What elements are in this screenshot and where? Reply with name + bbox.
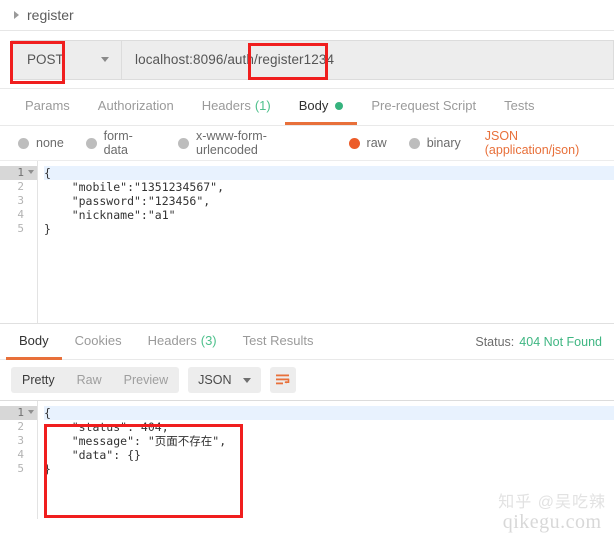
response-tab-test-results[interactable]: Test Results <box>230 324 327 360</box>
radio-binary[interactable]: binary <box>408 136 461 150</box>
response-format-label: JSON <box>198 373 232 387</box>
fold-arrow-icon[interactable] <box>28 410 34 414</box>
tab-tests-label: Tests <box>504 98 535 113</box>
content-type-select[interactable]: JSON (application/json) <box>485 129 614 157</box>
http-method-select[interactable]: POST <box>11 39 121 80</box>
status-label: Status: <box>475 334 515 349</box>
chevron-down-icon[interactable] <box>101 57 109 62</box>
fold-arrow-icon[interactable] <box>28 170 34 174</box>
radio-form-data-label: form-data <box>103 129 133 157</box>
radio-urlencoded-label: x-www-form-urlencoded <box>196 129 267 157</box>
code-line: { <box>44 406 614 420</box>
request-tab-bar: Params Authorization Headers (1) Body Pr… <box>0 89 614 126</box>
view-mode-raw[interactable]: Raw <box>66 367 113 393</box>
line-number: 1 <box>0 406 37 420</box>
radio-urlencoded[interactable]: x-www-form-urlencoded <box>178 129 326 157</box>
radio-raw-icon[interactable] <box>348 137 360 149</box>
response-tab-cookies[interactable]: Cookies <box>62 324 135 360</box>
breadcrumb-label: register <box>27 7 74 23</box>
code-line: { <box>44 166 614 180</box>
line-number: 5 <box>17 222 24 235</box>
response-tab-body-label: Body <box>19 332 49 348</box>
tab-authorization-label: Authorization <box>97 98 174 113</box>
radio-none-label: none <box>36 136 64 150</box>
view-mode-preview[interactable]: Preview <box>113 367 179 393</box>
request-body-code[interactable]: { "mobile":"1351234567", "password":"123… <box>38 161 614 323</box>
tab-headers-label: Headers <box>201 98 251 113</box>
code-line: "mobile":"1351234567", <box>44 180 225 194</box>
line-number: 2 <box>17 420 24 433</box>
response-format-select[interactable]: JSON <box>188 367 262 393</box>
tab-pre-request-script-label: Pre-request Script <box>371 98 477 113</box>
http-method-label: POST <box>27 52 64 67</box>
radio-raw-label: raw <box>366 136 387 150</box>
tab-headers[interactable]: Headers (1) <box>188 89 285 125</box>
code-line: "password":"123456", <box>44 194 211 208</box>
line-number: 5 <box>17 462 24 475</box>
line-number: 3 <box>17 434 24 447</box>
line-number: 4 <box>17 448 24 461</box>
radio-none[interactable]: none <box>18 136 64 150</box>
line-number: 2 <box>17 180 24 193</box>
tab-headers-count: (1) <box>254 98 271 113</box>
caret-right-icon[interactable] <box>14 11 19 19</box>
tab-tests[interactable]: Tests <box>490 89 548 125</box>
response-tab-headers-label: Headers <box>147 332 197 348</box>
code-line: "data": {} <box>44 448 141 462</box>
word-wrap-icon <box>276 374 290 385</box>
line-number: 4 <box>17 208 24 221</box>
response-view-mode-group: Pretty Raw Preview <box>11 367 180 393</box>
status-value: 404 Not Found <box>519 334 602 349</box>
code-line: } <box>44 222 51 236</box>
request-body-editor[interactable]: 1 2 3 4 5 { "mobile":"1351234567", "pass… <box>0 161 614 324</box>
code-line: } <box>44 462 51 476</box>
radio-raw[interactable]: raw <box>348 136 387 150</box>
response-tab-headers-count: (3) <box>200 332 217 348</box>
code-line: "nickname":"a1" <box>44 208 176 222</box>
word-wrap-button[interactable] <box>270 367 297 393</box>
response-tab-body[interactable]: Body <box>6 324 62 360</box>
response-tab-headers[interactable]: Headers (3) <box>135 324 230 360</box>
response-toolbar: Pretty Raw Preview JSON <box>0 360 614 400</box>
tab-body-label: Body <box>298 98 329 113</box>
line-number: 1 <box>0 166 37 180</box>
radio-urlencoded-icon[interactable] <box>178 137 190 149</box>
tab-params-label: Params <box>25 98 70 113</box>
body-type-radio-group: none form-data x-www-form-urlencoded raw… <box>0 126 614 161</box>
radio-form-data-icon[interactable] <box>85 137 97 149</box>
tab-authorization[interactable]: Authorization <box>84 89 188 125</box>
tab-params[interactable]: Params <box>11 89 84 125</box>
response-tab-cookies-label: Cookies <box>74 332 122 348</box>
request-url-input[interactable]: localhost:8096/auth/register1234 <box>121 39 614 80</box>
radio-form-data[interactable]: form-data <box>85 129 156 157</box>
line-number: 3 <box>17 194 24 207</box>
tab-pre-request-script[interactable]: Pre-request Script <box>357 89 490 125</box>
chevron-down-icon[interactable] <box>243 377 252 383</box>
status-badge: Status: 404 Not Found <box>475 335 614 349</box>
response-tab-bar: Body Cookies Headers (3) Test Results St… <box>0 324 614 360</box>
code-line: "message": "页面不存在", <box>44 434 227 448</box>
code-line: "status": 404, <box>44 420 169 434</box>
body-modified-dot-icon <box>335 101 344 110</box>
radio-binary-label: binary <box>426 136 461 150</box>
radio-none-icon[interactable] <box>18 137 29 149</box>
response-tab-test-results-label: Test Results <box>242 332 314 348</box>
request-url-bar: POST localhost:8096/auth/register1234 <box>0 31 614 89</box>
response-body-code[interactable]: { "status": 404, "message": "页面不存在", "da… <box>38 401 614 519</box>
view-mode-pretty[interactable]: Pretty <box>11 367 66 393</box>
response-body-editor[interactable]: 1 2 3 4 5 { "status": 404, "message": "页… <box>0 401 614 519</box>
breadcrumb[interactable]: register <box>0 0 614 31</box>
tab-body[interactable]: Body <box>284 89 358 125</box>
request-url-text: localhost:8096/auth/register1234 <box>135 52 335 67</box>
radio-binary-icon[interactable] <box>408 137 420 149</box>
